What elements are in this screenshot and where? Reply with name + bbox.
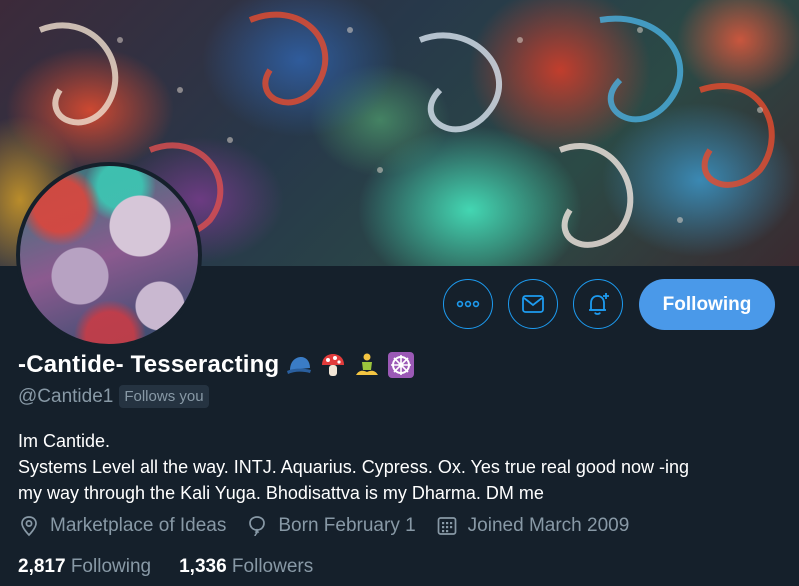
joined-item: Joined March 2009 xyxy=(436,515,630,537)
followers-count-link[interactable]: 1,336 Followers xyxy=(179,556,313,578)
follows-you-badge: Follows you xyxy=(119,385,209,408)
more-horizontal-icon xyxy=(456,300,480,308)
birthday-item: Born February 1 xyxy=(246,515,416,537)
profile-meta: Marketplace of Ideas Born February 1 Joi… xyxy=(18,515,649,537)
bio-line: Systems Level all the way. INTJ. Aquariu… xyxy=(18,457,689,477)
profile-name-row: -Cantide- Tesseracting xyxy=(18,351,415,379)
balloon-icon xyxy=(249,516,266,537)
location-text: Marketplace of Ideas xyxy=(50,515,227,536)
location-item: Marketplace of Ideas xyxy=(18,515,226,537)
more-options-button[interactable] xyxy=(443,279,493,329)
mushroom-emoji xyxy=(322,354,345,376)
following-count: 2,817 xyxy=(18,556,66,577)
followers-label: Followers xyxy=(231,556,314,577)
notify-button[interactable] xyxy=(573,279,623,329)
envelope-icon xyxy=(522,295,544,313)
dharma-wheel-emoji xyxy=(388,352,415,378)
blue-cap-emoji xyxy=(287,357,312,374)
bell-plus-icon xyxy=(589,293,609,315)
follow-counts: 2,817 Following 1,336 Followers xyxy=(18,556,341,578)
joined-text: Joined March 2009 xyxy=(467,515,630,536)
bio-line: Im Cantide. xyxy=(18,431,111,451)
location-pin-icon xyxy=(21,516,37,537)
following-count-link[interactable]: 2,817 Following xyxy=(18,556,151,578)
calendar-icon xyxy=(437,517,457,535)
message-button[interactable] xyxy=(508,279,558,329)
profile-avatar[interactable] xyxy=(16,162,202,348)
following-button[interactable]: Following xyxy=(639,279,775,330)
followers-count: 1,336 xyxy=(179,556,227,577)
handle-row: @Cantide1 Follows you xyxy=(18,385,209,408)
meditating-person-emoji xyxy=(356,353,379,375)
profile-bio: Im Cantide. Systems Level all the way. I… xyxy=(18,428,788,506)
display-name: -Cantide- Tesseracting xyxy=(18,351,280,378)
bio-line: my way through the Kali Yuga. Bhodisattv… xyxy=(18,483,544,503)
following-label: Following xyxy=(70,556,152,577)
profile-handle: @Cantide1 xyxy=(18,385,114,407)
birthday-text: Born February 1 xyxy=(278,515,416,536)
